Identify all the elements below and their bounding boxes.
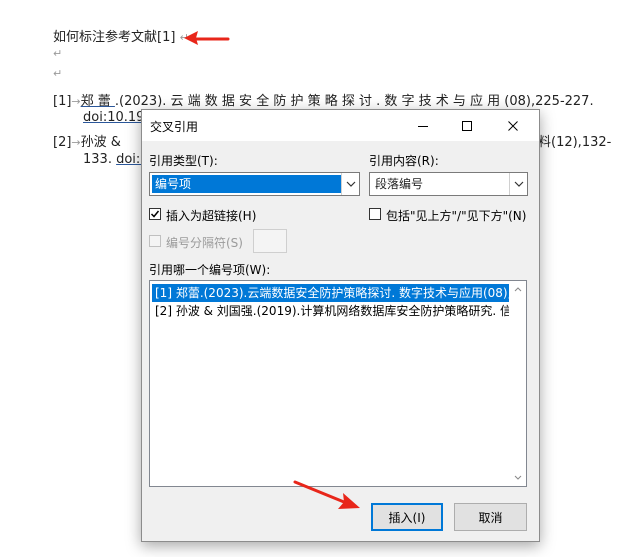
ref-author: 郑 蕾 [80, 94, 115, 109]
reference-2: [2]→孙波 & [53, 131, 121, 150]
tab-mark: → [71, 95, 81, 108]
separator-input [253, 229, 287, 253]
reference-type-label: 引用类型(T): [149, 154, 218, 168]
ref-text: .(2023). 云 端 数 据 安 全 防 护 策 略 探 讨 . 数 字 技… [114, 94, 594, 109]
document-heading: 如何标注参考文献[1] ↵ [53, 26, 189, 45]
tab-mark: → [71, 136, 81, 149]
scroll-up-icon[interactable] [509, 281, 526, 298]
number-separator-label: 编号分隔符(S) [166, 236, 243, 250]
maximize-icon [462, 120, 472, 131]
red-arrow-icon [293, 480, 360, 509]
checkmark-icon [150, 210, 160, 218]
reference-1: [1]→郑 蕾 .(2023). 云 端 数 据 安 全 防 护 策 略 探 讨… [53, 90, 594, 109]
numbered-items-list[interactable]: [1] 郑蕾.(2023).云端数据安全防护策略探讨. 数字技术与应用(08),… [149, 280, 527, 487]
cancel-button[interactable]: 取消 [454, 503, 527, 531]
maximize-button[interactable] [444, 110, 490, 141]
number-separator-checkbox [149, 235, 161, 247]
ref-author: 孙波 & [80, 135, 121, 150]
list-scrollbar[interactable] [509, 281, 526, 486]
heading-text: 如何标注参考文献[1] [53, 30, 176, 45]
which-item-label: 引用哪一个编号项(W): [149, 263, 271, 277]
ref-number: [2] [53, 135, 72, 150]
ref-number: [1] [53, 94, 72, 109]
reference-content-value: 段落编号 [375, 177, 424, 191]
list-item[interactable]: [1] 郑蕾.(2023).云端数据安全防护策略探讨. 数字技术与应用(08),… [152, 284, 515, 302]
dialog-titlebar[interactable]: 交叉引用 [142, 110, 539, 141]
insert-hyperlink-checkbox[interactable] [149, 208, 161, 220]
close-icon [508, 120, 518, 131]
include-above-below-checkbox[interactable] [369, 208, 381, 220]
insert-hyperlink-label[interactable]: 插入为超链接(H) [166, 207, 256, 224]
minimize-icon [418, 125, 428, 127]
red-arrow-icon [184, 31, 230, 45]
dialog-title: 交叉引用 [150, 120, 199, 134]
minimize-button[interactable] [400, 110, 446, 141]
reference-2-tail: 料(12),132- [538, 135, 612, 150]
chevron-down-icon [509, 173, 527, 195]
ref-pages: 133. [83, 152, 112, 167]
empty-paragraph: ↵ [53, 67, 63, 80]
list-item[interactable]: [2] 孙波 & 刘国强.(2019).计算机网络数据库安全防护策略研究. 信.… [152, 302, 515, 320]
include-above-below-label[interactable]: 包括"见上方"/"见下方"(N) [386, 207, 526, 224]
empty-paragraph: ↵ [53, 47, 63, 60]
scroll-down-icon[interactable] [509, 469, 526, 486]
reference-2-line2: 133. doi:1 [83, 152, 149, 167]
chevron-down-icon [341, 173, 359, 195]
reference-type-value: 编号项 [152, 175, 341, 193]
close-button[interactable] [490, 110, 536, 141]
reference-type-select[interactable]: 编号项 [149, 172, 360, 196]
insert-button[interactable]: 插入(I) [371, 503, 443, 531]
reference-content-select[interactable]: 段落编号 [369, 172, 528, 196]
reference-content-label: 引用内容(R): [369, 154, 439, 168]
